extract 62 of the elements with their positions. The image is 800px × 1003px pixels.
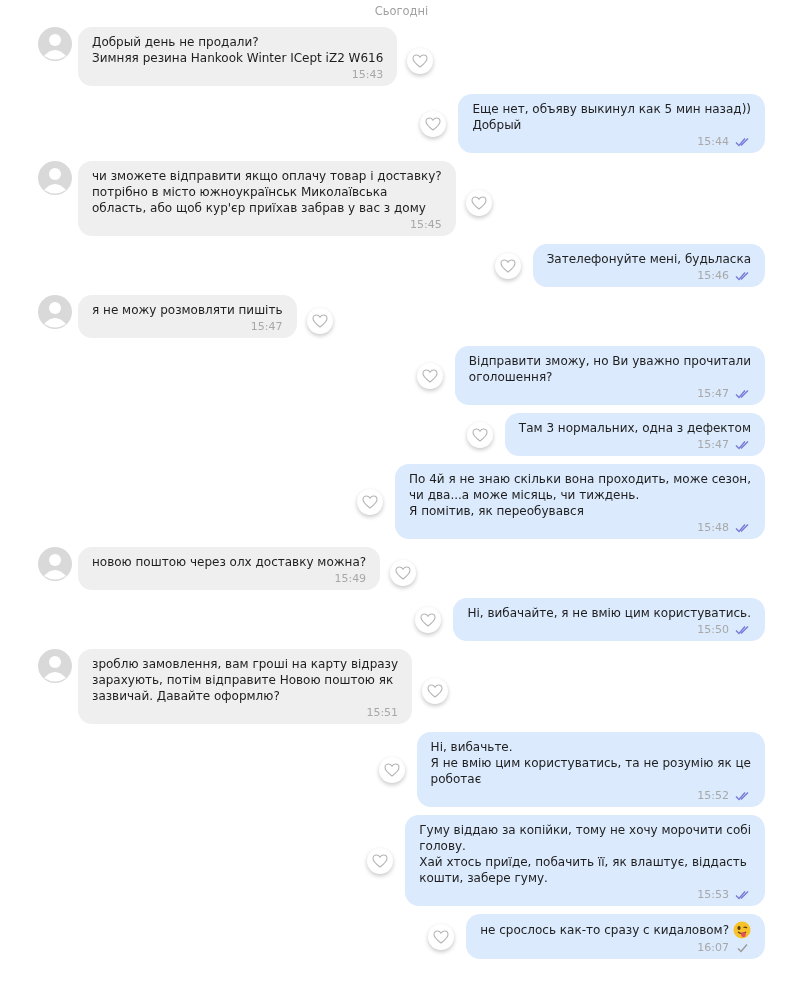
like-button[interactable] <box>466 421 493 448</box>
message-time: 15:45 <box>410 218 442 231</box>
like-button[interactable] <box>422 677 449 704</box>
message-time: 15:47 <box>697 387 729 400</box>
message-text: Еще нет, объяву выкинул как 5 мин назад)) Добрый <box>472 101 751 133</box>
message-time: 15:44 <box>697 135 729 148</box>
message-text: Зателефонуйте мені, будьласка <box>546 251 751 267</box>
message-text: По 4й я не знаю скільки вона проходить, може сезон, чи два...а може місяць, чи тиждень. Я помітив, як переобувався <box>409 471 751 519</box>
like-button[interactable] <box>357 488 383 515</box>
heart-icon <box>420 612 437 627</box>
message-text: не срослось как-то сразу с кидаловом? <box>480 922 729 938</box>
like-button[interactable] <box>465 189 492 216</box>
heart-icon <box>383 762 400 777</box>
message-text: Ні, вибачьте. Я не вмію цим користуватись, та не розумію як це роботає <box>430 739 751 787</box>
avatar-icon <box>38 161 72 195</box>
message-time: 15:48 <box>697 521 729 534</box>
like-button[interactable] <box>407 47 434 74</box>
heart-icon <box>412 53 429 68</box>
like-button[interactable] <box>367 847 394 874</box>
heart-icon <box>471 427 488 442</box>
heart-icon <box>427 683 444 698</box>
heart-icon <box>433 929 450 944</box>
message-time: 15:47 <box>250 320 283 333</box>
heart-icon <box>470 195 487 210</box>
like-button[interactable] <box>378 756 405 783</box>
date-label: Сьогодні <box>374 4 429 18</box>
heart-icon <box>362 494 378 509</box>
avatar-icon <box>38 649 72 683</box>
message-text: Ні, вибачайте, я не вмію цим користуватись. <box>467 605 751 621</box>
message-time: 15:50 <box>697 623 729 636</box>
like-button[interactable] <box>416 362 443 389</box>
heart-icon <box>311 313 328 328</box>
message-text: Відправити зможу, но Ви уважно прочитали оголошення? <box>468 353 751 385</box>
message-text: Добрый день не продали? Зимняя резина Hankook Winter ICept iZ2 W616 <box>92 34 384 66</box>
message-text: я не можу розмовляти пишіть <box>92 302 283 318</box>
message-time: 15:47 <box>697 438 729 451</box>
message-time: 15:43 <box>351 68 384 81</box>
message-text: зроблю замовлення, вам гроші на карту відразу зарахують, потім відправите Новою поштою як зазвичай. Давайте оформлю? <box>92 656 399 704</box>
message-time: 15:49 <box>334 572 367 585</box>
message-text: Там 3 нормальних, одна з дефектом <box>518 420 751 436</box>
avatar-icon <box>38 547 72 581</box>
like-button[interactable] <box>428 923 455 950</box>
like-button[interactable] <box>390 559 417 586</box>
avatar-icon <box>38 27 72 61</box>
like-button[interactable] <box>306 307 333 334</box>
like-button[interactable] <box>415 606 442 633</box>
message-text: Гуму віддаю за копійки, тому не хочу морочити собі голову. Хай хтось приїде, побачить її, як влаштує, віддасть кошти, забере гуму. <box>419 822 751 886</box>
heart-icon <box>395 565 412 580</box>
heart-icon <box>499 258 516 273</box>
message-time: 15:53 <box>697 888 729 901</box>
message-time: 15:51 <box>366 706 399 719</box>
message-time: 15:52 <box>697 789 729 802</box>
heart-icon <box>421 368 438 383</box>
message-time: 15:46 <box>697 269 729 282</box>
like-button[interactable] <box>420 110 447 137</box>
message-text: новою поштою через олх доставку можна? <box>92 554 367 570</box>
message-text: чи зможете відправити якщо оплачу товар і доставку? потрібно в місто южноукраїнськ Миколаївська область, або щоб кур'єр приїхав забрав у вас з дому <box>92 168 442 216</box>
avatar-icon <box>38 295 72 329</box>
heart-icon <box>425 116 442 131</box>
like-button[interactable] <box>494 252 521 279</box>
heart-icon <box>372 853 389 868</box>
message-time: 16:07 <box>697 941 729 954</box>
